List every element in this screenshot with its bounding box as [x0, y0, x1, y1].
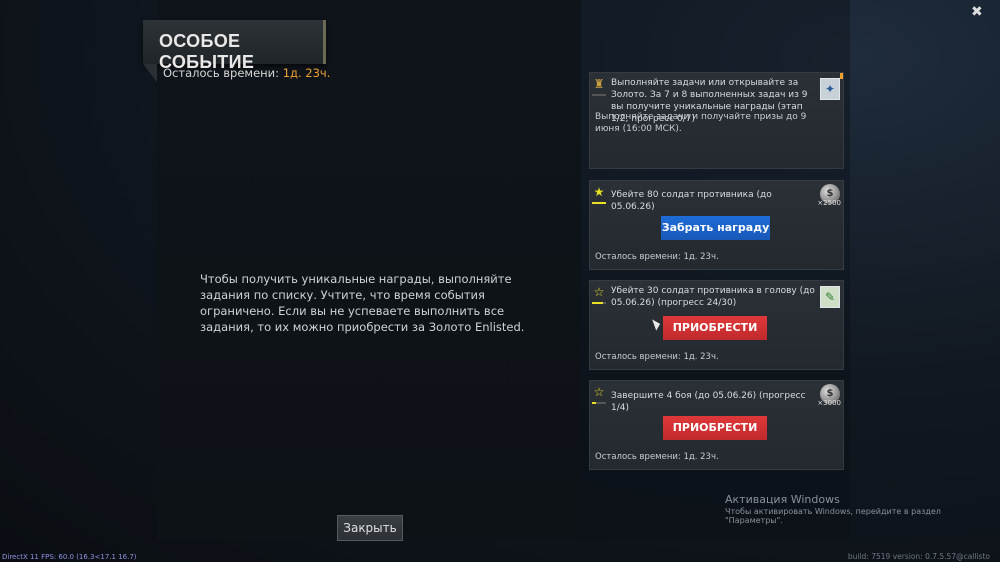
time-label: Осталось времени:: [163, 66, 280, 80]
task-2-text: Убейте 30 солдат противника в голову (до…: [611, 286, 815, 308]
star-filled-icon: ★: [593, 185, 605, 199]
event-title-badge: ОСОБОЕ СОБЫТИЕ: [143, 20, 326, 72]
close-icon[interactable]: ✖: [971, 4, 983, 20]
time-value: 1д. 23ч.: [282, 66, 331, 80]
fps-counter: DirectX 11 FPS: 60.0 (16.3<17.1 16.7): [2, 553, 137, 561]
event-panel: [157, 0, 581, 540]
event-description: Чтобы получить уникальные награды, выпол…: [200, 272, 525, 334]
windows-activation-title: Активация Windows: [725, 493, 840, 506]
task-3-time: Осталось времени: 1д. 23ч.: [595, 452, 719, 462]
star-outline-icon: ☆: [593, 385, 605, 399]
task-1-text: Убейте 80 солдат противника (до 05.06.26…: [611, 190, 772, 212]
task-card-1: ★ Убейте 80 солдат противника (до 05.06.…: [589, 180, 844, 270]
weapon-icon[interactable]: ✎: [820, 286, 840, 308]
task-card-2: ☆ Убейте 30 солдат противника в голову (…: [589, 280, 844, 370]
task-1-progress-bar: [592, 202, 606, 204]
task-1-time: Осталось времени: 1д. 23ч.: [595, 252, 719, 262]
task-3-progress-bar: [592, 402, 606, 404]
star-outline-icon: ☆: [593, 285, 605, 299]
buy-button[interactable]: ПРИОБРЕСТИ: [663, 316, 767, 340]
info-progress-bar: [592, 94, 606, 96]
task-1-reward-amount: ×2500: [817, 199, 841, 207]
medal-icon: ♜: [593, 77, 605, 91]
task-2-progress-bar: [592, 302, 606, 304]
task-2-time: Осталось времени: 1д. 23ч.: [595, 352, 719, 362]
weapon-icon[interactable]: ✦: [820, 78, 840, 100]
event-time-left: Осталось времени: 1д. 23ч.: [163, 66, 330, 80]
windows-activation-subtitle: Чтобы активировать Windows, перейдите в …: [725, 507, 941, 525]
claim-reward-button[interactable]: Забрать награду: [661, 216, 770, 240]
info-card-subtext: Выполняйте задачи и получайте призы до 9…: [595, 112, 807, 134]
buy-button[interactable]: ПРИОБРЕСТИ: [663, 416, 767, 440]
task-card-3: ☆ Завершите 4 боя (до 05.06.26) (прогрес…: [589, 380, 844, 470]
scroll-marker: [840, 73, 843, 79]
close-button[interactable]: Закрыть: [337, 515, 403, 541]
task-3-text: Завершите 4 боя (до 05.06.26) (прогресс …: [611, 391, 806, 413]
build-info: build: 7519 version: 0.7.5.57@callisto: [847, 552, 990, 561]
event-info-card: ♜ Выполняйте задачи или открывайте за Зо…: [589, 72, 844, 169]
task-3-reward-amount: ×3000: [817, 399, 841, 407]
